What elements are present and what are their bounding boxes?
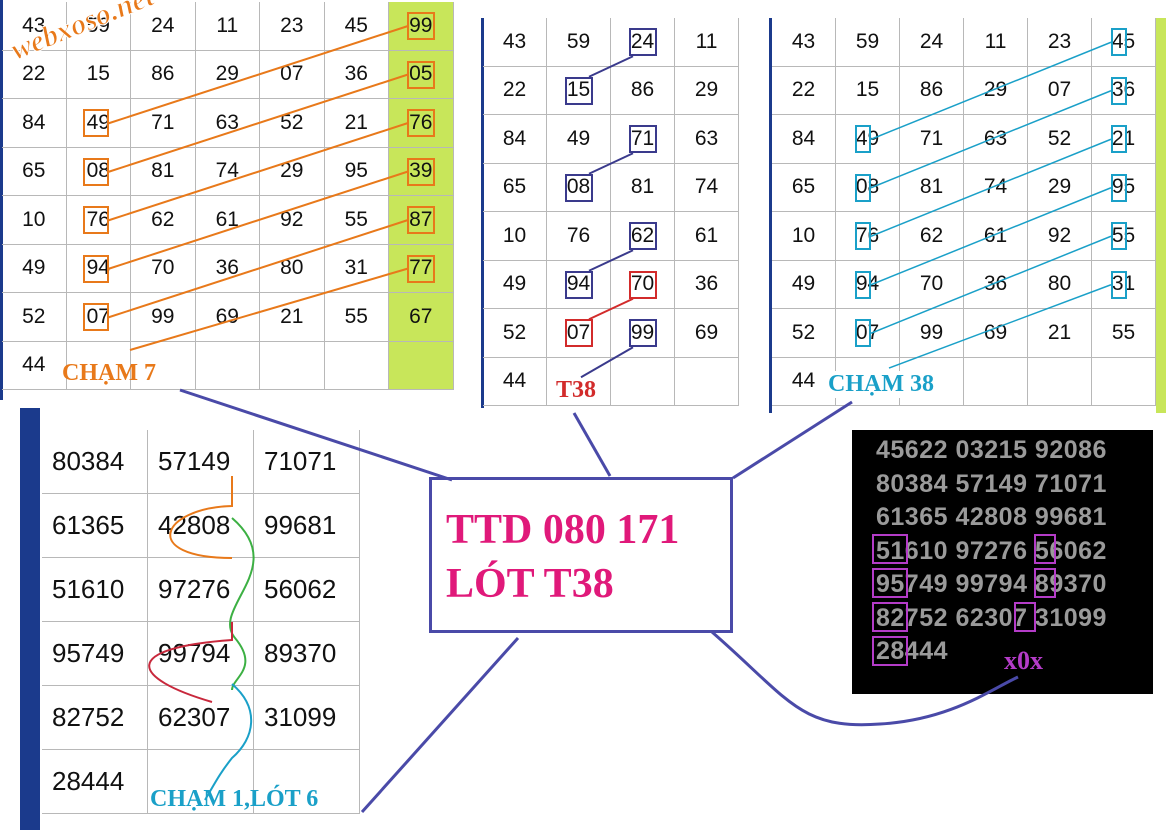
connector-line (179, 388, 453, 482)
connector-curve (711, 630, 1019, 727)
connector-line (360, 636, 520, 814)
connector-line (732, 400, 853, 480)
analysis-canvas: 43 59 24 11 23 45 99 22 15 86 29 07 36 05 84 49 71 63 52 21… (0, 0, 1166, 830)
connector-line (572, 412, 612, 477)
connector-lines (179, 388, 1019, 814)
